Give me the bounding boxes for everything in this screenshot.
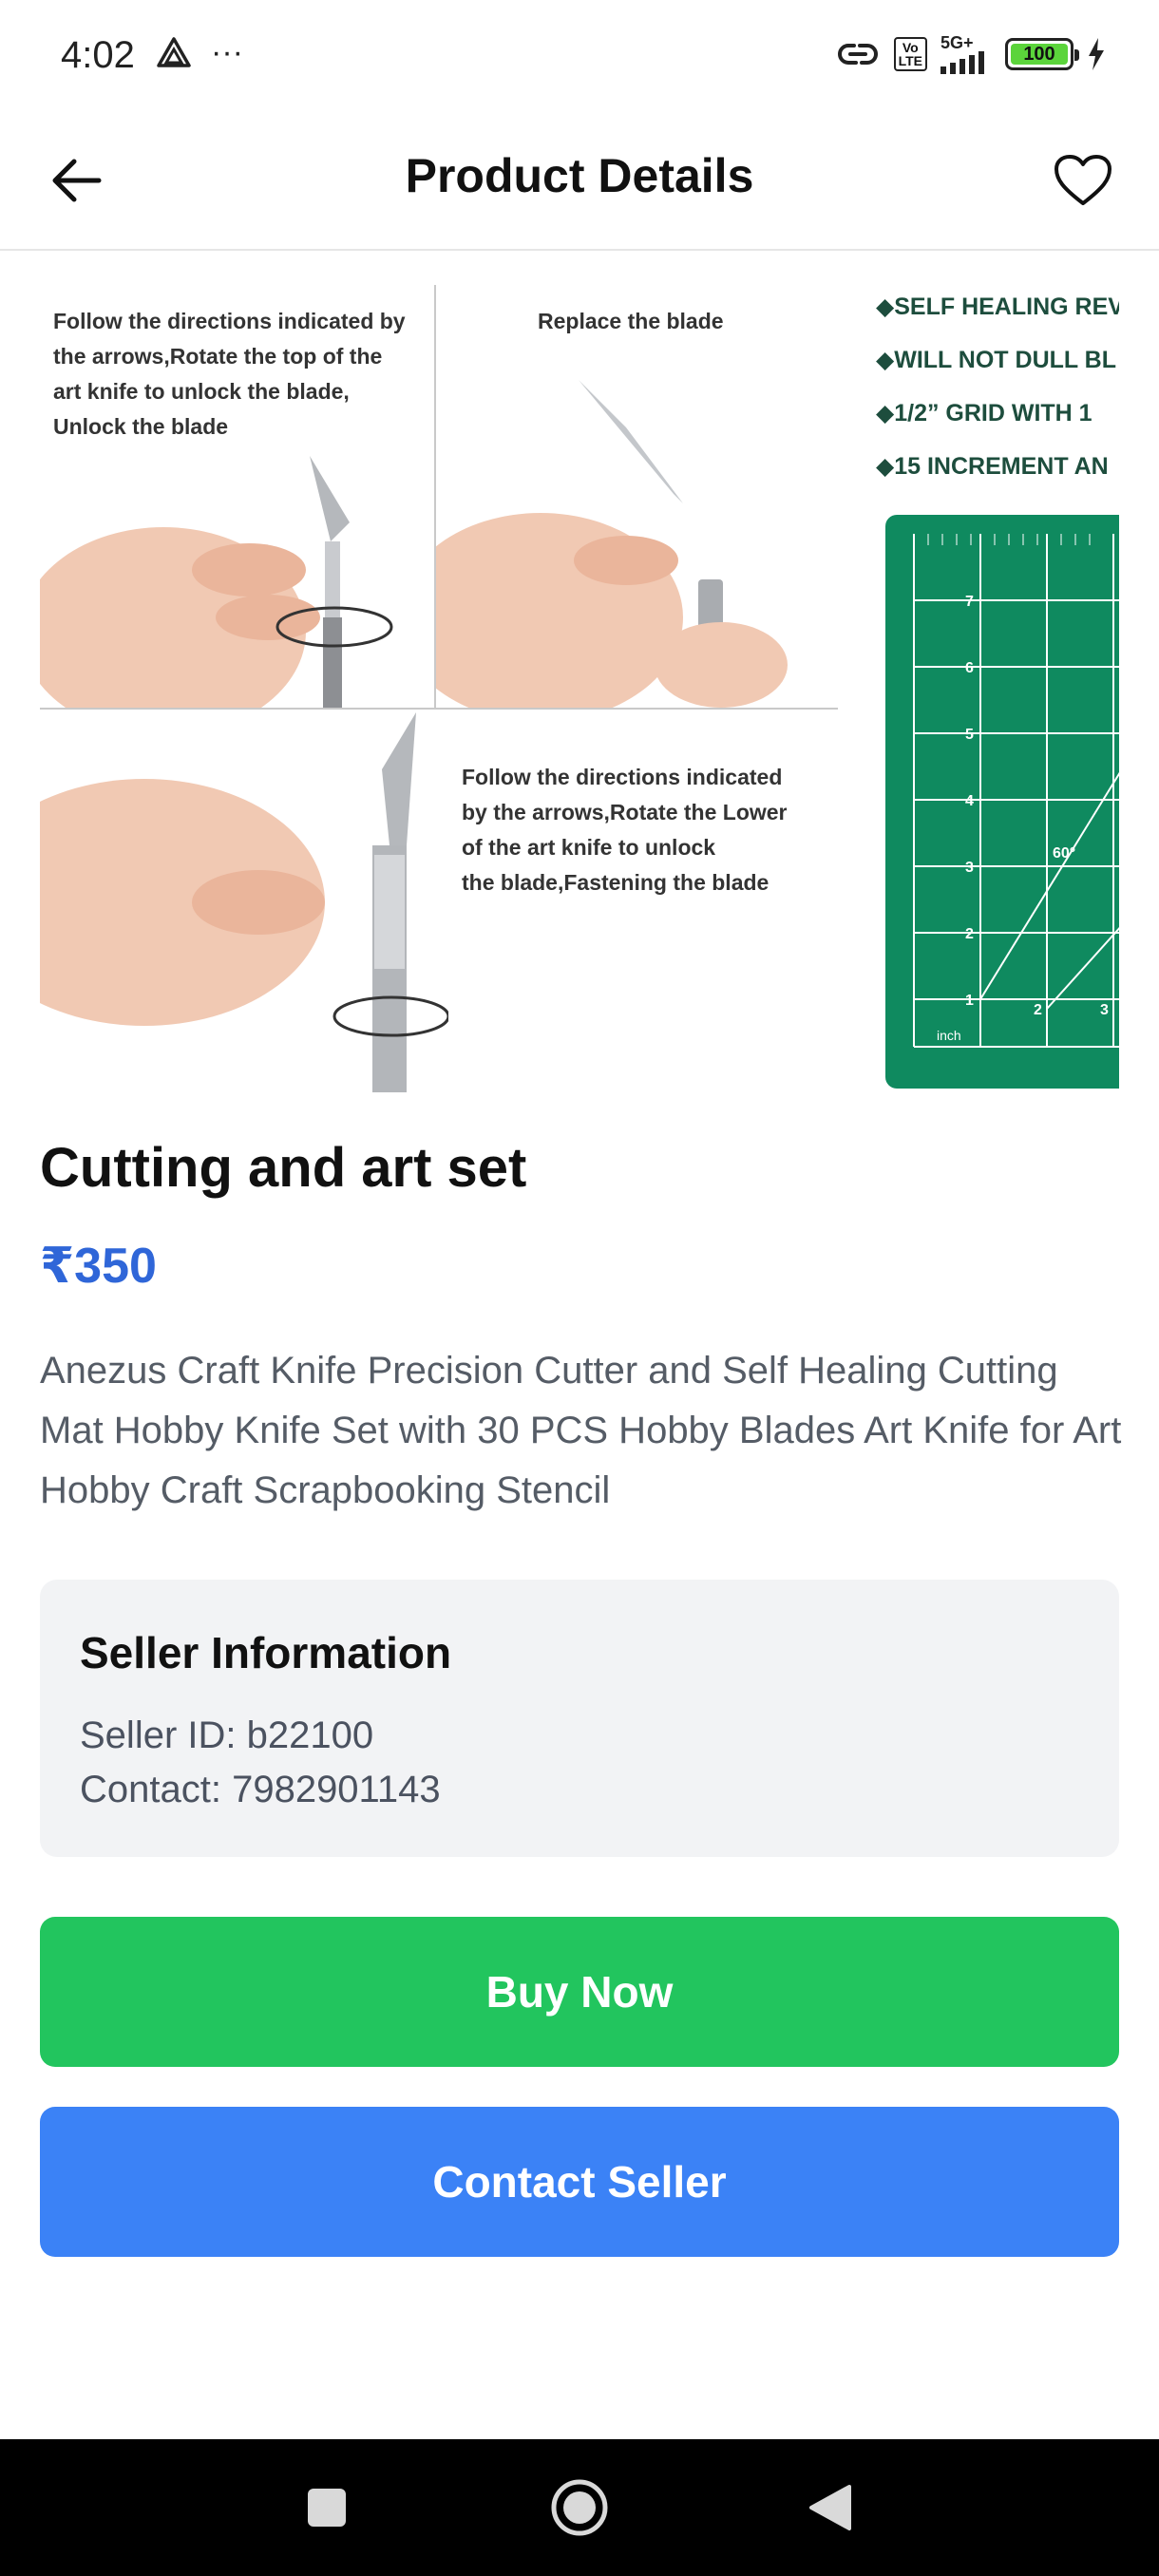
product-description: Anezus Craft Knife Precision Cutter and … <box>40 1350 1122 1511</box>
blade-replace-illustration <box>436 380 788 708</box>
product-price: ₹350 <box>40 1239 157 1294</box>
battery-icon: 100 <box>1005 38 1079 70</box>
signal-icon <box>940 51 984 74</box>
page-title: Product Details <box>405 149 754 202</box>
home-button[interactable] <box>545 2473 614 2542</box>
cutting-mat-illustration: 7 6 5 4 3 2 1 2 3 60° inch <box>885 515 1119 1089</box>
seller-id: Seller ID: b22100 <box>80 1714 374 1756</box>
instruction-text-fasten: Follow the directions indicated by the a… <box>462 765 788 895</box>
heart-outline-icon <box>1054 155 1112 205</box>
app-header: Product Details <box>0 114 1159 251</box>
product-image-instructions: Follow the directions indicated by the a… <box>40 285 838 1092</box>
favorite-button[interactable] <box>1045 142 1121 218</box>
charging-bolt-icon <box>1089 38 1104 70</box>
status-bar: 4:02 ··· Vo LTE 5G+ 100 <box>0 0 1159 114</box>
back-nav-button[interactable] <box>796 2473 864 2542</box>
product-image-carousel[interactable]: Follow the directions indicated by the a… <box>40 285 1119 1092</box>
product-title: Cutting and art set <box>40 1137 527 1199</box>
network-type: 5G+ <box>940 33 974 52</box>
link-icon <box>837 44 878 65</box>
square-icon <box>308 2489 346 2527</box>
seller-contact: Contact: 7982901143 <box>80 1769 441 1810</box>
buy-now-button[interactable]: Buy Now <box>40 1917 1119 2067</box>
seller-info-card: Seller Information Seller ID: b22100 Con… <box>40 1580 1119 1857</box>
knife-tighten-illustration <box>40 712 448 1092</box>
system-nav-bar <box>0 2439 1159 2576</box>
notification-triangle-icon <box>157 37 191 67</box>
instruction-text-replace: Replace the blade <box>538 309 724 333</box>
seller-heading: Seller Information <box>80 1628 452 1677</box>
instruction-text-unlock: Follow the directions indicated by the a… <box>53 309 406 439</box>
home-circle-icon <box>551 2479 608 2536</box>
hand-knife-illustration <box>40 456 393 708</box>
product-image-cutting-mat: ◆SELF HEALING REV ◆WILL NOT DULL BL ◆1/2… <box>876 285 1119 1092</box>
triangle-back-icon <box>809 2485 851 2530</box>
recents-button[interactable] <box>293 2473 361 2542</box>
contact-seller-button[interactable]: Contact Seller <box>40 2107 1119 2257</box>
volte-badge: Vo LTE <box>893 37 927 71</box>
more-notifications-icon: ··· <box>211 34 243 70</box>
status-time: 4:02 <box>61 34 135 76</box>
